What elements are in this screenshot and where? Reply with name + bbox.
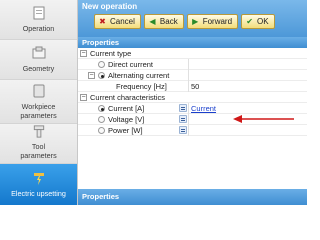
back-button[interactable]: ◀ Back <box>143 14 184 29</box>
arrow-left-icon: ◀ <box>149 17 156 26</box>
sidebar-item-label: Workpiece parameters <box>20 102 57 120</box>
sidebar: Operation Geometry Workpiece parameters … <box>0 0 78 205</box>
edit-table-icon[interactable] <box>179 115 187 123</box>
geometry-icon <box>32 46 45 59</box>
frequency-input[interactable]: 50 <box>191 81 199 92</box>
edit-table-icon[interactable] <box>179 104 187 112</box>
sidebar-item-label: Operation <box>22 24 55 33</box>
frequency-row: Frequency [Hz] 50 <box>78 81 307 92</box>
current-row: Current [A] Current <box>78 103 307 114</box>
cancel-button[interactable]: ✖ Cancel <box>94 14 141 29</box>
edit-table-icon[interactable] <box>179 126 187 134</box>
sidebar-item-operation[interactable]: Operation <box>0 0 77 40</box>
sidebar-item-label: Tool parameters <box>20 142 57 160</box>
window-title: New operation <box>82 2 138 11</box>
properties-header: Properties <box>78 37 307 48</box>
tool-icon <box>33 125 44 138</box>
cancel-icon: ✖ <box>99 17 106 26</box>
group-current-characteristics: − Current characteristics <box>78 92 307 103</box>
group-current-type: − Current type <box>78 48 307 59</box>
power-radio[interactable] <box>98 127 105 134</box>
ok-button[interactable]: ✔ OK <box>241 14 275 29</box>
sidebar-item-tool-parameters[interactable]: Tool parameters <box>0 124 77 164</box>
alternating-current-radio[interactable] <box>98 72 105 79</box>
bottom-properties-header: Properties <box>78 189 307 205</box>
power-row: Power [W] <box>78 125 307 136</box>
current-radio[interactable] <box>98 105 105 112</box>
collapse-toggle-icon[interactable]: − <box>80 94 87 101</box>
option-direct-current: Direct current <box>78 59 307 70</box>
header-bar: New operation ✖ Cancel ◀ Back ▶ Forward … <box>78 0 307 37</box>
document-icon <box>33 6 44 20</box>
main-panel: New operation ✖ Cancel ◀ Back ▶ Forward … <box>78 0 307 205</box>
current-link[interactable]: Current <box>191 103 216 114</box>
annotation-arrow-icon <box>233 115 294 123</box>
checkmark-icon: ✔ <box>246 17 253 26</box>
electric-upsetting-icon <box>33 173 44 185</box>
sidebar-item-geometry[interactable]: Geometry <box>0 40 77 80</box>
arrow-right-icon: ▶ <box>192 17 199 26</box>
forward-button[interactable]: ▶ Forward <box>186 14 239 29</box>
workpiece-icon <box>33 84 44 98</box>
voltage-radio[interactable] <box>98 116 105 123</box>
option-alternating-current: − Alternating current <box>78 70 307 81</box>
collapse-toggle-icon[interactable]: − <box>80 50 87 57</box>
collapse-toggle-icon[interactable]: − <box>88 72 95 79</box>
direct-current-radio[interactable] <box>98 61 105 68</box>
button-row: ✖ Cancel ◀ Back ▶ Forward ✔ OK <box>94 14 275 29</box>
sidebar-item-label: Electric upsetting <box>11 189 66 198</box>
sidebar-item-label: Geometry <box>22 64 55 73</box>
sidebar-item-workpiece-parameters[interactable]: Workpiece parameters <box>0 80 77 124</box>
sidebar-item-electric-upsetting[interactable]: Electric upsetting <box>0 164 77 205</box>
